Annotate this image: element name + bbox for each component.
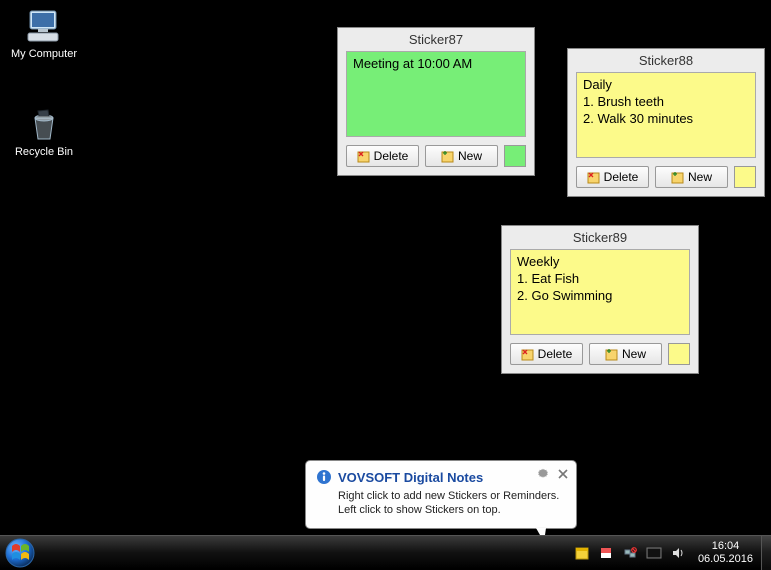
clock-time: 16:04 <box>698 540 753 552</box>
balloon-text-line: Left click to show Stickers on top. <box>338 503 566 517</box>
desktop-icon-recycle-bin[interactable]: Recycle Bin <box>4 104 84 158</box>
info-icon <box>316 469 332 485</box>
start-button[interactable] <box>0 536 40 570</box>
new-note-icon <box>605 348 618 361</box>
balloon-options-icon[interactable] <box>536 467 550 481</box>
taskbar-clock[interactable]: 16:04 06.05.2016 <box>690 540 761 564</box>
taskbar: 16:04 06.05.2016 <box>0 535 771 569</box>
delete-button[interactable]: Delete <box>510 343 583 365</box>
color-swatch[interactable] <box>504 145 526 167</box>
sticker-window[interactable]: Sticker88Daily 1. Brush teeth 2. Walk 30… <box>567 48 765 197</box>
sticker-title[interactable]: Sticker88 <box>568 49 764 72</box>
sticker-window[interactable]: Sticker89Weekly 1. Eat Fish 2. Go Swimmi… <box>501 225 699 374</box>
delete-note-icon <box>521 348 534 361</box>
delete-note-icon <box>357 150 370 163</box>
tray-flag-icon[interactable] <box>598 545 614 561</box>
show-desktop-button[interactable] <box>761 536 771 570</box>
desktop-icon-my-computer[interactable]: My Computer <box>4 6 84 60</box>
sticker-text[interactable]: Daily 1. Brush teeth 2. Walk 30 minutes <box>576 72 756 158</box>
system-tray <box>570 545 690 561</box>
desktop-icon-label: Recycle Bin <box>4 146 84 158</box>
balloon-close-icon[interactable] <box>556 467 570 481</box>
tray-app-icon[interactable] <box>574 545 590 561</box>
delete-button[interactable]: Delete <box>346 145 419 167</box>
recycle-bin-icon <box>24 104 64 144</box>
tray-network-icon[interactable] <box>622 545 638 561</box>
sticker-text[interactable]: Weekly 1. Eat Fish 2. Go Swimming <box>510 249 690 335</box>
color-swatch[interactable] <box>668 343 690 365</box>
sticker-text[interactable]: Meeting at 10:00 AM <box>346 51 526 137</box>
clock-date: 06.05.2016 <box>698 553 753 565</box>
new-button[interactable]: New <box>655 166 728 188</box>
delete-note-icon <box>587 171 600 184</box>
sticker-title[interactable]: Sticker87 <box>338 28 534 51</box>
tray-balloon: VOVSOFT Digital Notes Right click to add… <box>305 460 577 529</box>
new-note-icon <box>441 150 454 163</box>
sticker-window[interactable]: Sticker87Meeting at 10:00 AM Delete New <box>337 27 535 176</box>
tray-lang-icon[interactable] <box>646 545 662 561</box>
new-button[interactable]: New <box>589 343 662 365</box>
sticker-title[interactable]: Sticker89 <box>502 226 698 249</box>
delete-button[interactable]: Delete <box>576 166 649 188</box>
balloon-title: VOVSOFT Digital Notes <box>338 470 483 485</box>
new-note-icon <box>671 171 684 184</box>
desktop-icon-label: My Computer <box>4 48 84 60</box>
balloon-text-line: Right click to add new Stickers or Remin… <box>338 489 566 503</box>
color-swatch[interactable] <box>734 166 756 188</box>
monitor-icon <box>24 6 64 46</box>
tray-volume-icon[interactable] <box>670 545 686 561</box>
new-button[interactable]: New <box>425 145 498 167</box>
